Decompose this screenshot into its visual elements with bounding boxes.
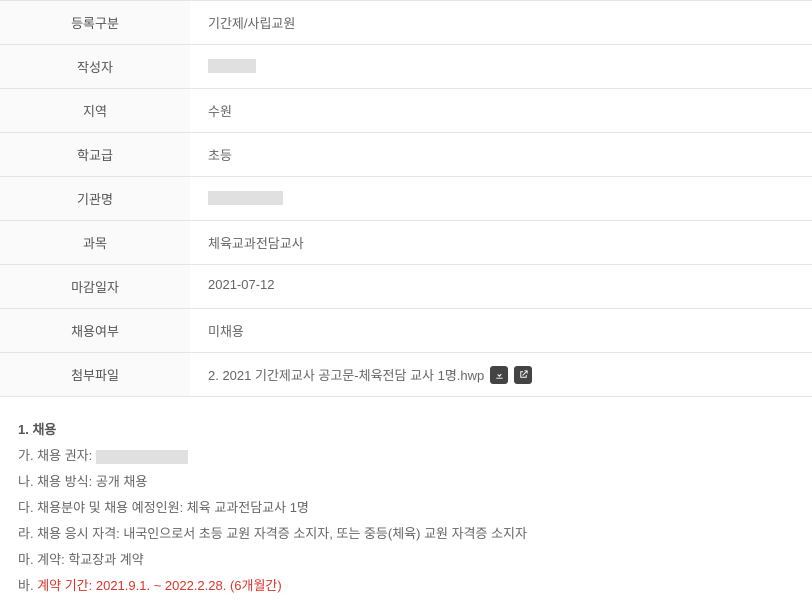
content-line-ga: 가. 채용 권자:	[18, 443, 794, 469]
attachment-filename: 2. 2021 기간제교사 공고문-체육전담 교사 1명.hwp	[208, 365, 484, 384]
content-ga-prefix: 가. 채용 권자:	[18, 448, 96, 463]
row-subject: 과목 체육교과전담교사	[0, 221, 812, 265]
value-inst-name	[190, 177, 812, 220]
details-table: 등록구분 기간제/사립교원 작성자 지역 수원 학교급 초등 기관명 과목 체육…	[0, 0, 812, 397]
value-hire-status: 미채용	[190, 309, 812, 352]
row-inst-name: 기관명	[0, 177, 812, 221]
value-deadline: 2021-07-12	[190, 265, 812, 308]
open-external-button[interactable]	[514, 366, 532, 384]
content-ba-label: 계약 기간	[37, 578, 88, 593]
label-deadline: 마감일자	[0, 265, 190, 308]
open-external-icon	[518, 369, 529, 380]
value-subject: 체육교과전담교사	[190, 221, 812, 264]
row-attachment: 첨부파일 2. 2021 기간제교사 공고문-체육전담 교사 1명.hwp	[0, 353, 812, 397]
content-heading: 1. 채용	[18, 417, 794, 443]
label-reg-type: 등록구분	[0, 1, 190, 44]
label-subject: 과목	[0, 221, 190, 264]
row-author: 작성자	[0, 45, 812, 89]
row-deadline: 마감일자 2021-07-12	[0, 265, 812, 309]
content-line-na: 나. 채용 방식: 공개 채용	[18, 469, 794, 495]
value-region: 수원	[190, 89, 812, 132]
redacted-inst-name	[208, 191, 283, 205]
label-hire-status: 채용여부	[0, 309, 190, 352]
redacted-author	[208, 59, 256, 73]
value-attachment: 2. 2021 기간제교사 공고문-체육전담 교사 1명.hwp	[190, 353, 812, 396]
content-line-ra: 라. 채용 응시 자격: 내국인으로서 초등 교원 자격증 소지자, 또는 중등…	[18, 521, 794, 547]
value-reg-type: 기간제/사립교원	[190, 1, 812, 44]
row-region: 지역 수원	[0, 89, 812, 133]
label-inst-name: 기관명	[0, 177, 190, 220]
content-ba-prefix: 바.	[18, 578, 37, 593]
label-school-level: 학교급	[0, 133, 190, 176]
row-reg-type: 등록구분 기간제/사립교원	[0, 0, 812, 45]
label-region: 지역	[0, 89, 190, 132]
label-attachment: 첨부파일	[0, 353, 190, 396]
row-hire-status: 채용여부 미채용	[0, 309, 812, 353]
value-author	[190, 45, 812, 88]
content-body: 1. 채용 가. 채용 권자: 나. 채용 방식: 공개 채용 다. 채용분야 …	[0, 397, 812, 613]
content-line-ba: 바. 계약 기간: 2021.9.1. ~ 2022.2.28. (6개월간)	[18, 573, 794, 599]
content-line-da: 다. 채용분야 및 채용 예정인원: 체육 교과전담교사 1명	[18, 495, 794, 521]
row-school-level: 학교급 초등	[0, 133, 812, 177]
value-school-level: 초등	[190, 133, 812, 176]
redacted-ga	[96, 450, 188, 464]
label-author: 작성자	[0, 45, 190, 88]
download-button[interactable]	[490, 366, 508, 384]
content-line-ma: 마. 계약: 학교장과 계약	[18, 547, 794, 573]
download-icon	[494, 369, 505, 380]
content-ba-dates: : 2021.9.1. ~ 2022.2.28. (6개월간)	[89, 578, 282, 593]
